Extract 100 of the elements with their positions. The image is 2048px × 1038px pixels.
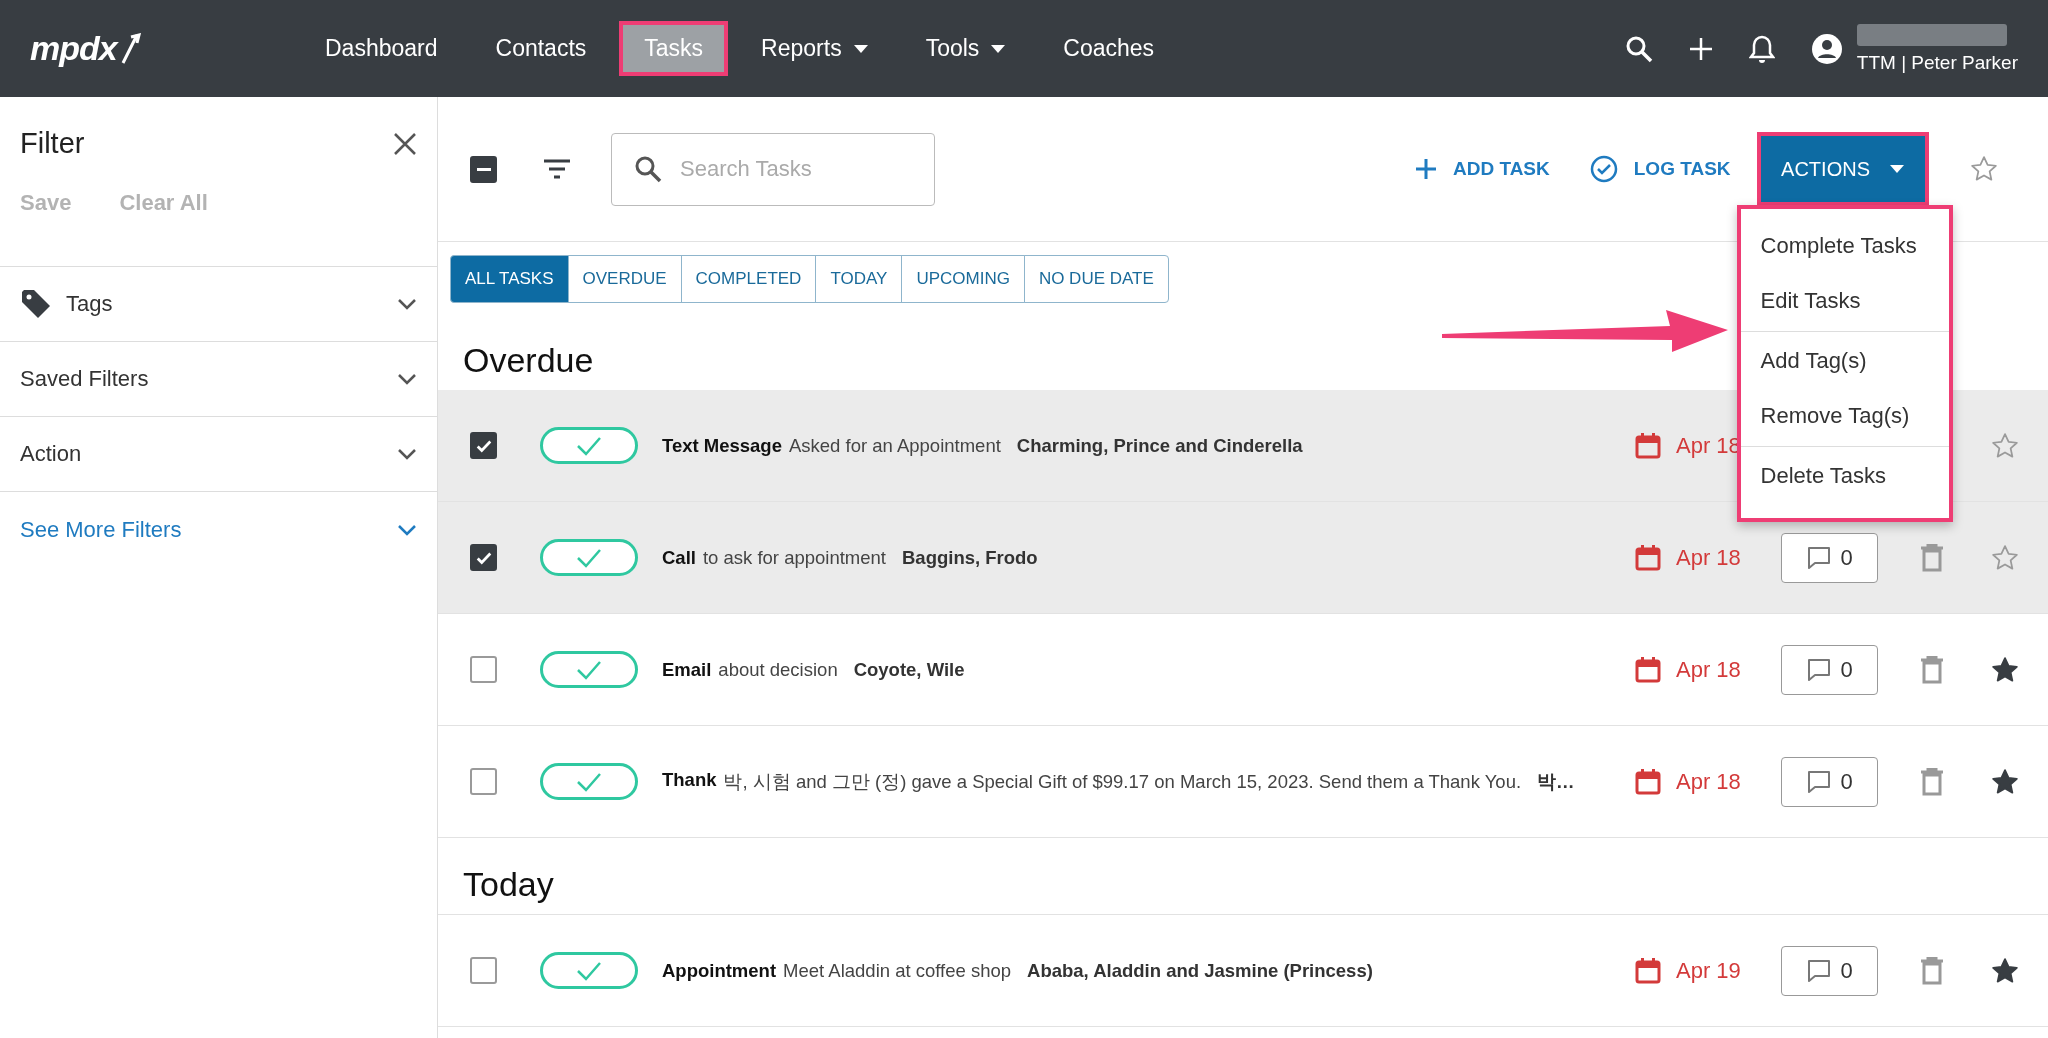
task-subject: to ask for appointment: [702, 546, 886, 569]
task-type: Appointment: [662, 959, 777, 982]
filter-tab[interactable]: COMPLETED: [680, 255, 817, 303]
contact-link[interactable]: Coyote, Wile: [853, 658, 965, 681]
actions-button[interactable]: ACTIONS: [1756, 132, 1929, 206]
filter-tab[interactable]: UPCOMING: [901, 255, 1025, 303]
search-icon[interactable]: [1624, 34, 1653, 63]
comments-button[interactable]: 0: [1781, 756, 1878, 807]
comments-button[interactable]: 0: [1781, 644, 1878, 695]
due-date: Apr 18: [1676, 768, 1741, 795]
nav-link[interactable]: Coaches: [1038, 21, 1180, 76]
speech-bubble-icon: [1806, 957, 1833, 984]
trash-icon[interactable]: [1920, 956, 1944, 985]
complete-task-toggle[interactable]: [540, 427, 638, 464]
contact-link[interactable]: Baggins, Frodo: [902, 546, 1038, 569]
search-icon: [634, 155, 662, 183]
star-icon[interactable]: [1990, 542, 2020, 573]
check-circle-icon: [1589, 155, 1618, 183]
speech-bubble-icon: [1806, 656, 1833, 683]
task-subject: Meet Aladdin at coffee shop: [783, 959, 1012, 982]
calendar-icon: [1634, 956, 1662, 985]
nav-link[interactable]: Dashboard: [300, 21, 463, 76]
checkbox[interactable]: [470, 957, 497, 984]
due-date: Apr 19: [1676, 957, 1741, 984]
filter-section[interactable]: Action: [0, 417, 437, 492]
plus-icon: [1415, 158, 1437, 180]
task-type: Email: [662, 658, 712, 681]
filter-section[interactable]: Saved Filters: [0, 342, 437, 417]
star-icon[interactable]: [1990, 430, 2020, 461]
filter-section[interactable]: Tags: [0, 267, 437, 342]
filter-tab[interactable]: NO DUE DATE: [1023, 255, 1169, 303]
calendar-icon: [1634, 543, 1662, 572]
checkbox[interactable]: [470, 768, 497, 795]
nav-link[interactable]: Tools: [900, 21, 1031, 76]
plus-icon[interactable]: [1688, 36, 1713, 61]
filter-section-label: Saved Filters: [20, 366, 150, 392]
checkbox[interactable]: [470, 432, 497, 459]
complete-task-toggle[interactable]: [540, 651, 638, 688]
filter-tab[interactable]: OVERDUE: [567, 255, 682, 303]
calendar-icon: [1634, 431, 1662, 460]
task-type: Call: [662, 546, 696, 569]
add-task-button[interactable]: ADD TASK: [1415, 158, 1550, 180]
task-row[interactable]: Call to ask for appointment Baggins, Frodo Apr 18 0: [438, 502, 2048, 614]
trash-icon[interactable]: [1920, 767, 1944, 796]
comments-button[interactable]: 0: [1781, 532, 1878, 583]
complete-task-toggle[interactable]: [540, 952, 638, 989]
filter-section-label: See More Filters: [20, 516, 183, 543]
trash-icon[interactable]: [1920, 655, 1944, 684]
bell-icon[interactable]: [1748, 33, 1775, 64]
contact-link[interactable]: Ababa, Aladdin and Jasmine (Princess): [1027, 959, 1373, 982]
menu-item[interactable]: Complete Tasks: [1740, 219, 1949, 274]
select-all-checkbox[interactable]: [470, 155, 497, 183]
complete-task-toggle[interactable]: [540, 539, 638, 576]
checkbox[interactable]: [470, 544, 497, 571]
contact-link[interactable]: Charming, Prince and Cinderella: [1016, 434, 1303, 457]
filter-tab[interactable]: ALL TASKS: [450, 255, 569, 303]
star-icon[interactable]: [1990, 766, 2020, 797]
filter-section-label: Action: [20, 441, 83, 467]
avatar-icon[interactable]: [1810, 32, 1843, 65]
caret-icon: [1890, 165, 1904, 173]
speech-bubble-icon: [1806, 768, 1833, 795]
nav-link[interactable]: Reports: [736, 21, 893, 76]
user-name[interactable]: TTM | Peter Parker: [1856, 51, 2018, 74]
filter-section-label: Tags: [66, 291, 114, 317]
menu-item[interactable]: Remove Tag(s): [1740, 389, 1949, 444]
group-heading: Today: [462, 864, 554, 905]
chevron-down-icon: [397, 298, 417, 310]
contact-link[interactable]: 박…: [1537, 769, 1575, 794]
task-subject: 박, 시험 and 그만 (정) gave a Special Gift of $99.17 on March 15, 2023. Send them a Thank You.: [723, 770, 1522, 794]
task-type: Text Message: [662, 434, 782, 457]
speech-bubble-icon: [1806, 544, 1833, 571]
filter-section[interactable]: See More Filters: [0, 492, 437, 567]
menu-item[interactable]: Add Tag(s): [1740, 334, 1949, 389]
checkbox[interactable]: [470, 656, 497, 683]
calendar-icon: [1634, 767, 1662, 796]
complete-task-toggle[interactable]: [540, 763, 638, 800]
tag-icon: [20, 288, 52, 320]
search-field[interactable]: Search Tasks: [611, 132, 935, 206]
task-type: Thank: [662, 769, 717, 792]
task-subject: Asked for an Appointment: [788, 434, 1001, 457]
group-heading: Overdue: [462, 340, 594, 381]
nav-link[interactable]: Contacts: [470, 21, 612, 76]
menu-item[interactable]: Edit Tasks: [1740, 274, 1949, 329]
trash-icon[interactable]: [1920, 543, 1944, 572]
filter-title: Filter: [20, 127, 85, 160]
star-icon[interactable]: [1990, 955, 2020, 986]
chevron-down-icon: [397, 448, 417, 460]
comments-button[interactable]: 0: [1781, 945, 1878, 996]
chevron-down-icon: [397, 523, 417, 536]
star-icon[interactable]: [1968, 154, 1999, 184]
menu-item[interactable]: Delete Tasks: [1740, 449, 1949, 504]
star-icon[interactable]: [1990, 654, 2020, 685]
task-subject: about decision: [718, 658, 838, 681]
due-date: Apr 18: [1676, 656, 1741, 683]
filter-tab[interactable]: TODAY: [815, 255, 903, 303]
filter-icon[interactable]: [543, 158, 571, 180]
close-icon[interactable]: [393, 131, 417, 156]
logo[interactable]: mpdx: [30, 29, 300, 68]
log-task-button[interactable]: LOG TASK: [1589, 155, 1731, 183]
chevron-down-icon: [397, 373, 417, 385]
